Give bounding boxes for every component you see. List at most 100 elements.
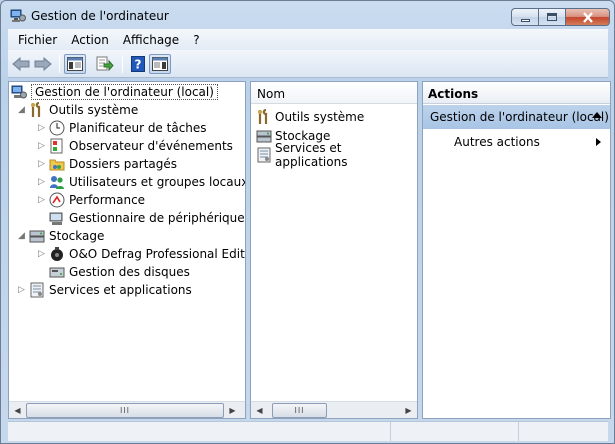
tree-item-utilisateurs[interactable]: ▷ Utilisateurs et groupes locaux bbox=[37, 173, 246, 191]
expanded-triangle-icon[interactable]: ◢ bbox=[17, 227, 26, 245]
tree-item-label: Services et applications bbox=[49, 283, 192, 297]
app-window: Gestion de l'ordinateur Fichier Action A… bbox=[0, 0, 615, 444]
column-header-nom[interactable]: Nom bbox=[251, 82, 417, 104]
defrag-icon bbox=[49, 246, 65, 262]
scroll-thumb[interactable]: III bbox=[272, 402, 327, 418]
status-cell bbox=[8, 422, 391, 441]
tree-item-outils-systeme[interactable]: ◢ Outils système bbox=[17, 101, 138, 119]
show-hide-tree-icon bbox=[67, 57, 83, 71]
menu-bar: Fichier Action Affichage ? bbox=[8, 29, 608, 50]
show-hide-tree-button[interactable] bbox=[64, 54, 86, 74]
console-tree-pane: Gestion de l'ordinateur (local) ◢ Outils… bbox=[8, 81, 246, 419]
scroll-thumb-grip: III bbox=[294, 405, 305, 415]
clock-icon bbox=[49, 120, 65, 136]
title-bar[interactable]: Gestion de l'ordinateur bbox=[1, 1, 614, 29]
device-manager-icon bbox=[49, 210, 65, 226]
collapsed-triangle-icon[interactable]: ▷ bbox=[37, 173, 46, 191]
services-icon bbox=[256, 147, 272, 163]
computer-management-icon bbox=[10, 9, 26, 23]
tree-item-performance[interactable]: ▷ Performance bbox=[37, 191, 145, 209]
actions-section-gestion[interactable]: Gestion de l'ordinateur (local) bbox=[423, 105, 610, 129]
tree-item-label: Gestionnaire de périphériques bbox=[69, 211, 246, 225]
tools-icon bbox=[29, 102, 45, 118]
tree-item-stockage[interactable]: ◢ Stockage bbox=[17, 227, 104, 245]
status-bar bbox=[8, 421, 608, 441]
actions-header: Actions bbox=[423, 82, 610, 104]
tree-item-label: Performance bbox=[69, 193, 146, 207]
collapsed-triangle-icon[interactable]: ▷ bbox=[37, 245, 46, 263]
collapsed-triangle-icon[interactable]: ▷ bbox=[37, 119, 46, 137]
tree-item-gestion-disques[interactable]: Gestion des disques bbox=[37, 263, 190, 281]
menu-affichage[interactable]: Affichage bbox=[116, 33, 186, 47]
collapsed-triangle-icon[interactable]: ▷ bbox=[17, 281, 26, 299]
actions-pane: Actions Gestion de l'ordinateur (local) … bbox=[422, 81, 611, 419]
tree-item-label: Stockage bbox=[49, 229, 105, 243]
tree-root-label: Gestion de l'ordinateur (local) bbox=[31, 84, 218, 100]
help-button[interactable]: ? bbox=[127, 54, 149, 74]
show-hide-action-pane-icon bbox=[152, 57, 168, 71]
tree-item-oo-defrag[interactable]: ▷ O&O Defrag Professional Edition bbox=[37, 245, 246, 263]
collapse-up-icon[interactable] bbox=[592, 112, 602, 118]
menu-help[interactable]: ? bbox=[186, 33, 206, 47]
computer-management-icon bbox=[11, 84, 27, 100]
scroll-right-icon[interactable]: ▶ bbox=[224, 402, 241, 418]
submenu-arrow-icon bbox=[596, 138, 601, 146]
scroll-thumb[interactable]: III bbox=[26, 402, 224, 418]
maximize-button[interactable] bbox=[538, 8, 565, 26]
tree-item-label: Outils système bbox=[49, 103, 139, 117]
close-button[interactable] bbox=[565, 8, 610, 26]
forward-button[interactable] bbox=[32, 54, 54, 74]
tree-item-label: Dossiers partagés bbox=[69, 157, 178, 171]
show-hide-action-pane-button[interactable] bbox=[149, 54, 171, 74]
tree-item-dossiers-partages[interactable]: ▷ Dossiers partagés bbox=[37, 155, 177, 173]
menu-action[interactable]: Action bbox=[64, 33, 116, 47]
disk-management-icon bbox=[49, 264, 65, 280]
collapsed-triangle-icon[interactable]: ▷ bbox=[37, 191, 46, 209]
minimize-button[interactable] bbox=[511, 8, 538, 26]
collapsed-triangle-icon[interactable]: ▷ bbox=[37, 155, 46, 173]
status-cell bbox=[519, 422, 604, 441]
tree-root-item[interactable]: Gestion de l'ordinateur (local) bbox=[11, 83, 218, 101]
performance-icon bbox=[49, 192, 65, 208]
tree-item-gestionnaire-peripheriques[interactable]: Gestionnaire de périphériques bbox=[37, 209, 246, 227]
action-autres-actions[interactable]: Autres actions bbox=[454, 133, 604, 151]
tree-item-planificateur[interactable]: ▷ Planificateur de tâches bbox=[37, 119, 207, 137]
scroll-left-icon[interactable]: ◀ bbox=[251, 402, 268, 418]
storage-icon bbox=[256, 128, 272, 144]
tools-icon bbox=[256, 109, 272, 125]
event-viewer-icon bbox=[49, 138, 65, 154]
list-item-label: Outils système bbox=[275, 110, 365, 124]
menu-fichier[interactable]: Fichier bbox=[11, 33, 64, 47]
scroll-right-icon[interactable]: ▶ bbox=[400, 402, 417, 418]
list-horizontal-scrollbar[interactable]: ◀ III ▶ bbox=[251, 401, 417, 418]
window-title: Gestion de l'ordinateur bbox=[31, 9, 169, 23]
collapsed-triangle-icon[interactable]: ▷ bbox=[37, 137, 46, 155]
result-list-pane: Nom Outils système Stockage Services et … bbox=[250, 81, 418, 419]
list-item[interactable]: Services et applications bbox=[256, 141, 417, 169]
status-cell bbox=[391, 422, 519, 441]
export-list-button[interactable] bbox=[94, 54, 116, 74]
scroll-left-icon[interactable]: ◀ bbox=[9, 402, 26, 418]
tree-item-label: O&O Defrag Professional Edition bbox=[69, 247, 246, 261]
minimize-icon bbox=[520, 18, 530, 22]
users-icon bbox=[49, 174, 65, 190]
services-icon bbox=[29, 282, 45, 298]
back-button[interactable] bbox=[10, 54, 32, 74]
tree-horizontal-scrollbar[interactable]: ◀ III ▶ bbox=[9, 401, 245, 418]
action-item-label: Autres actions bbox=[454, 135, 540, 149]
maximize-icon bbox=[547, 13, 557, 21]
back-arrow-icon bbox=[12, 57, 30, 71]
actions-section-label: Gestion de l'ordinateur (local) bbox=[430, 110, 609, 124]
list-item[interactable]: Outils système bbox=[256, 108, 364, 126]
scroll-thumb-grip: III bbox=[119, 405, 131, 415]
expanded-triangle-icon[interactable]: ◢ bbox=[17, 101, 26, 119]
tree-item-services-applications[interactable]: ▷ Services et applications bbox=[17, 281, 192, 299]
forward-arrow-icon bbox=[34, 57, 52, 71]
tree-item-label: Gestion des disques bbox=[69, 265, 190, 279]
tree-item-label: Utilisateurs et groupes locaux bbox=[69, 175, 246, 189]
storage-icon bbox=[29, 228, 45, 244]
help-icon: ? bbox=[131, 56, 145, 72]
tree-item-label: Planificateur de tâches bbox=[69, 121, 207, 135]
tree-item-observateur[interactable]: ▷ Observateur d'événements bbox=[37, 137, 233, 155]
svg-text:?: ? bbox=[135, 58, 142, 72]
